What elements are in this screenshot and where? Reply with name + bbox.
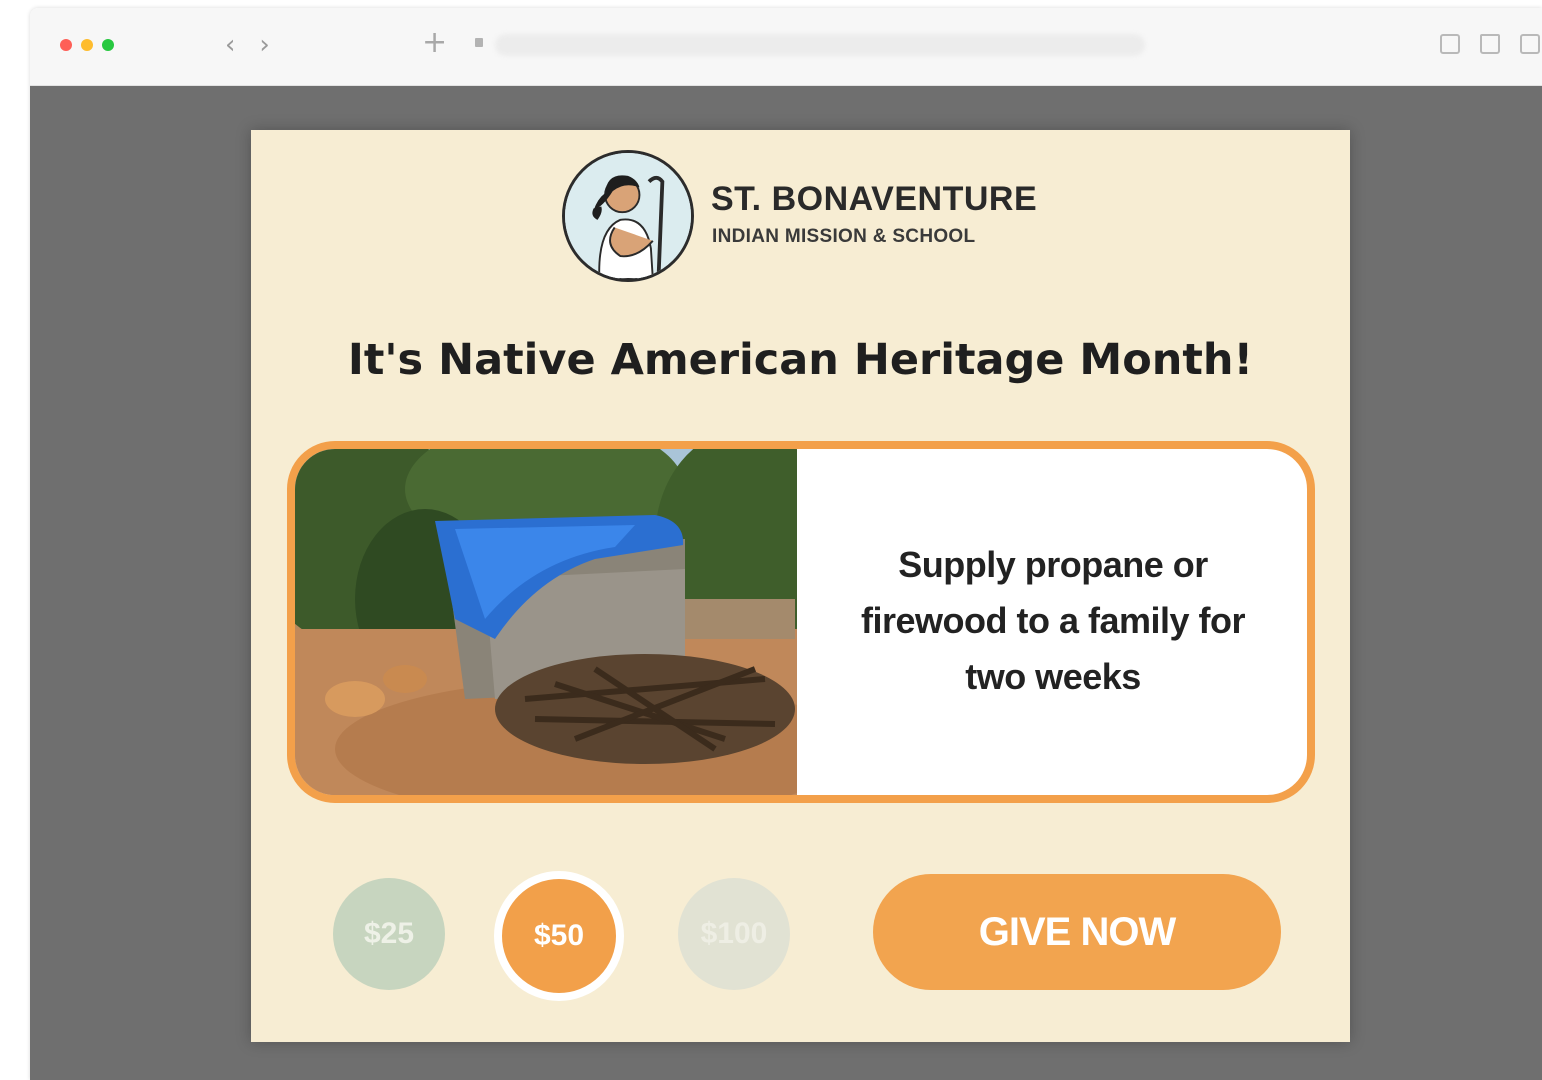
donation-popup: ST. BONAVENTURE INDIAN MISSION & SCHOOL … bbox=[251, 130, 1350, 1042]
navigation-buttons: ‹ › bbox=[225, 30, 270, 60]
amount-option-50-selected[interactable]: $50 bbox=[494, 871, 624, 1001]
popup-headline: It's Native American Heritage Month! bbox=[347, 335, 1254, 385]
amount-option-25[interactable]: $25 bbox=[333, 878, 445, 990]
give-now-button[interactable]: GIVE NOW bbox=[873, 874, 1281, 990]
firewood-photo bbox=[295, 449, 797, 795]
lock-icon bbox=[475, 38, 483, 47]
mission-logo bbox=[562, 150, 694, 282]
browser-window: ‹ › + ST. BONAVENTURE INDIAN MISSION & S… bbox=[30, 8, 1542, 1080]
appeal-panel: Supply propane or firewood to a family f… bbox=[287, 441, 1315, 803]
window-controls bbox=[60, 39, 114, 51]
reader-icon[interactable] bbox=[1440, 34, 1460, 54]
page-overlay: ST. BONAVENTURE INDIAN MISSION & SCHOOL … bbox=[30, 86, 1542, 1080]
organization-subtitle: INDIAN MISSION & SCHOOL bbox=[712, 226, 976, 247]
maximize-window-button[interactable] bbox=[102, 39, 114, 51]
minimize-window-button[interactable] bbox=[81, 39, 93, 51]
forward-chevron-icon[interactable]: › bbox=[259, 30, 269, 60]
browser-toolbar: ‹ › + bbox=[30, 8, 1542, 86]
address-bar[interactable] bbox=[495, 34, 1145, 56]
plus-icon[interactable]: + bbox=[422, 28, 447, 58]
close-window-button[interactable] bbox=[60, 39, 72, 51]
amount-option-100[interactable]: $100 bbox=[678, 878, 790, 990]
toolbar-right-icons bbox=[1440, 34, 1540, 54]
tabs-icon[interactable] bbox=[1520, 34, 1540, 54]
organization-name: ST. BONAVENTURE bbox=[711, 180, 1038, 218]
share-icon[interactable] bbox=[1480, 34, 1500, 54]
shepherd-figure-icon bbox=[565, 153, 691, 279]
back-chevron-icon[interactable]: ‹ bbox=[225, 30, 235, 60]
appeal-text: Supply propane or firewood to a family f… bbox=[860, 544, 1246, 697]
